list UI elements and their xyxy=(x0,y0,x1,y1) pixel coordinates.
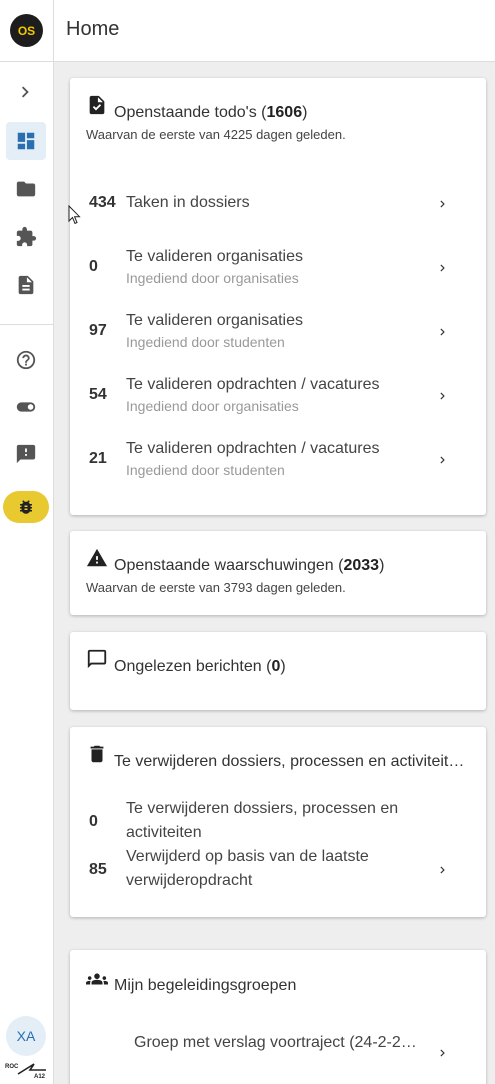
page-title: Home xyxy=(66,18,120,40)
item-count: 54 xyxy=(89,386,107,403)
warnings-card[interactable]: Openstaande waarschuwingen (2033) Waarva… xyxy=(70,531,486,615)
sidebar-item-feedback[interactable] xyxy=(6,435,46,473)
chevron-right-icon xyxy=(436,863,450,877)
folder-icon xyxy=(16,181,36,197)
item-count: 21 xyxy=(89,450,107,467)
messages-header: Ongelezen berichten (0) xyxy=(86,648,286,676)
messages-card[interactable]: Ongelezen berichten (0) xyxy=(70,632,486,710)
dashboard-icon xyxy=(17,132,35,150)
deletions-header: Te verwijderen dossiers, processen en ac… xyxy=(86,743,476,771)
deletions-title: Te verwijderen dossiers, processen en ac… xyxy=(114,753,465,770)
chevron-right-icon xyxy=(436,389,450,403)
groups-title: Mijn begeleidingsgroepen xyxy=(114,977,297,994)
svg-text:A12: A12 xyxy=(34,1074,46,1080)
list-item[interactable]: Groep met verslag voortraject (24-2-20… xyxy=(70,1022,486,1082)
chevron-right-icon xyxy=(436,453,450,467)
item-label-continued: activiteiten xyxy=(126,824,202,841)
item-label: Te valideren organisaties xyxy=(126,248,303,265)
item-label: Te valideren opdrachten / vacatures xyxy=(126,440,380,457)
todos-subtitle: Waarvan de eerste van 4225 dagen geleden… xyxy=(86,127,346,142)
warnings-title: Openstaande waarschuwingen (2033) xyxy=(114,557,385,574)
item-count: 97 xyxy=(89,322,107,339)
item-label-continued: verwijderopdracht xyxy=(126,872,253,889)
task-document-icon xyxy=(89,95,105,115)
bug-icon xyxy=(20,500,32,514)
list-item[interactable]: 85 Verwijderd op basis van de laatste ve… xyxy=(70,845,486,893)
help-icon xyxy=(16,350,36,370)
chevron-right-icon xyxy=(21,86,29,98)
warning-icon xyxy=(86,548,108,567)
groups-card: Mijn begeleidingsgroepen Groep met versl… xyxy=(70,950,486,1084)
chevron-right-icon xyxy=(436,261,450,275)
list-item[interactable]: 434 Taken in dossiers xyxy=(70,172,486,232)
item-count: 0 xyxy=(89,258,98,275)
item-label: Taken in dossiers xyxy=(126,194,250,211)
sidebar-item-help[interactable] xyxy=(6,341,46,379)
item-sublabel: Ingediend door organisaties xyxy=(126,398,299,414)
todos-header: Openstaande todo's (1606) xyxy=(86,94,307,122)
item-count: 0 xyxy=(89,813,98,830)
item-sublabel: Ingediend door studenten xyxy=(126,462,285,478)
todos-card: Openstaande todo's (1606) Waarvan de eer… xyxy=(70,78,486,515)
list-item[interactable]: 21 Te valideren opdrachten / vacatures I… xyxy=(70,428,486,488)
messages-title: Ongelezen berichten (0) xyxy=(114,658,286,675)
chat-bubble-icon xyxy=(87,649,107,669)
deletions-card: Te verwijderen dossiers, processen en ac… xyxy=(70,727,486,917)
chevron-right-icon xyxy=(436,1046,450,1060)
svg-text:ROC: ROC xyxy=(5,1064,19,1070)
item-label: Te valideren organisaties xyxy=(126,312,303,329)
sidebar: XA ROC A12 xyxy=(0,62,54,1084)
chevron-right-icon xyxy=(436,197,450,211)
mouse-cursor-icon xyxy=(68,205,81,225)
list-item[interactable]: 97 Te valideren organisaties Ingediend d… xyxy=(70,300,486,360)
sidebar-item-folders[interactable] xyxy=(6,170,46,208)
item-sublabel: Ingediend door organisaties xyxy=(126,270,299,286)
document-icon xyxy=(18,275,34,295)
divider xyxy=(53,0,54,62)
item-label: Te valideren opdrachten / vacatures xyxy=(126,376,380,393)
sidebar-item-dashboard[interactable] xyxy=(6,122,46,160)
sidebar-item-toggle[interactable] xyxy=(6,388,46,426)
groups-header: Mijn begeleidingsgroepen xyxy=(86,968,296,995)
roc-logo: ROC A12 xyxy=(4,1060,50,1080)
app-logo[interactable]: OS xyxy=(10,14,43,47)
trash-icon xyxy=(90,745,104,763)
item-label: Te verwijderen dossiers, processen en xyxy=(126,800,399,817)
expand-sidebar-button[interactable] xyxy=(6,73,46,111)
todos-title: Openstaande todo's (1606) xyxy=(114,104,308,121)
puzzle-icon xyxy=(16,226,37,247)
chevron-right-icon xyxy=(436,325,450,339)
list-item: 0 Te verwijderen dossiers, processen en … xyxy=(70,797,486,845)
list-item[interactable]: 54 Te valideren opdrachten / vacatures I… xyxy=(70,364,486,424)
item-count: 434 xyxy=(89,194,116,211)
warnings-subtitle: Waarvan de eerste van 3793 dagen geleden… xyxy=(86,580,346,595)
debug-button[interactable] xyxy=(3,491,49,523)
top-bar: OS Home xyxy=(0,0,495,62)
avatar[interactable]: XA xyxy=(6,1016,46,1056)
item-count: 85 xyxy=(89,861,107,878)
warnings-header: Openstaande waarschuwingen (2033) xyxy=(86,547,384,575)
item-label: Groep met verslag voortraject (24-2-20… xyxy=(134,1034,424,1051)
sidebar-divider xyxy=(0,324,54,325)
item-sublabel: Ingediend door studenten xyxy=(126,334,285,350)
toggle-icon xyxy=(16,402,36,412)
item-label: Verwijderd op basis van de laatste xyxy=(126,848,369,865)
feedback-icon xyxy=(16,444,36,464)
list-item[interactable]: 0 Te valideren organisaties Ingediend do… xyxy=(70,236,486,296)
sidebar-item-extensions[interactable] xyxy=(6,218,46,256)
sidebar-item-documents[interactable] xyxy=(6,266,46,304)
people-icon xyxy=(86,973,108,985)
